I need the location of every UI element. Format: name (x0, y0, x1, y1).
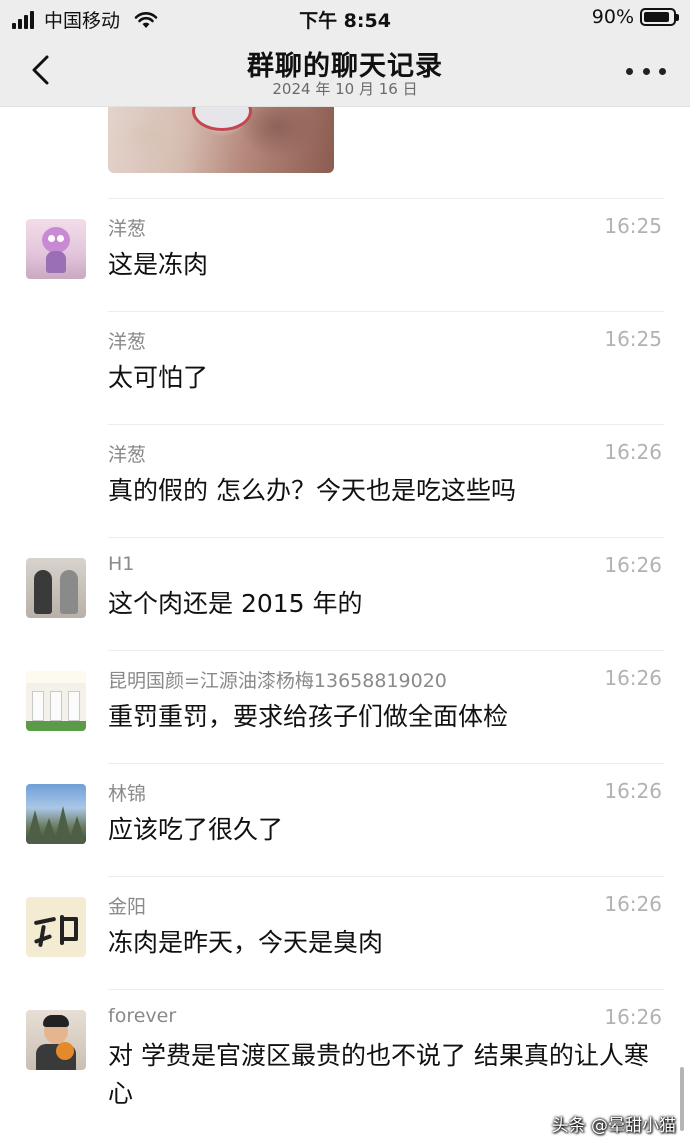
sender-name: H1 (108, 553, 135, 575)
avatar[interactable] (26, 671, 86, 731)
message-time: 16:26 (604, 553, 662, 577)
image-detail (192, 107, 252, 131)
status-bar-right: 90% (591, 6, 679, 28)
more-button[interactable] (626, 58, 666, 84)
avatar-hair (43, 1015, 69, 1027)
message-text: 重罚重罚，要求给孩子们做全面体检 (108, 702, 509, 731)
more-dot (659, 67, 666, 75)
battery-percent: 90% (591, 6, 634, 28)
message-text: 冻肉是昨天，今天是臭肉 (108, 928, 384, 957)
avatar-brush-stroke (33, 934, 53, 944)
more-dot (642, 67, 650, 75)
message-time: 16:25 (604, 214, 662, 238)
message-text: 真的假的 怎么办？今天也是吃这些吗 (108, 476, 516, 505)
status-bar: 中国移动 下午 8:54 90% (0, 0, 690, 36)
message-time: 16:26 (604, 440, 662, 464)
avatar-product (50, 691, 62, 721)
chat-record-list[interactable]: 洋葱 16:25 这是冻肉 洋葱 16:25 太可怕了 洋葱 16:26 真的假… (0, 107, 690, 1146)
avatar-ball (56, 1042, 74, 1060)
more-dots-icon (626, 67, 633, 75)
avatar[interactable] (26, 1010, 86, 1070)
avatar[interactable] (26, 219, 86, 279)
page-subtitle-date: 2024 年 10 月 16 日 (272, 80, 418, 98)
avatar[interactable] (26, 897, 86, 957)
message-text: 应该吃了很久了 (108, 815, 284, 844)
image-message-thumbnail[interactable] (108, 107, 334, 173)
sender-name: 洋葱 (108, 444, 147, 466)
message-text: 太可怕了 (108, 363, 209, 392)
avatar[interactable] (26, 558, 86, 618)
nav-bar: 群聊的聊天记录 2024 年 10 月 16 日 (0, 36, 690, 107)
avatar-strip (26, 721, 86, 731)
message-time: 16:25 (604, 327, 662, 351)
message-row[interactable]: 昆明国颜=江源油漆杨梅13658819020 16:26 重罚重罚，要求给孩子们… (0, 651, 690, 764)
avatar-figure-eye (48, 235, 55, 242)
status-time: 下午 8:54 (299, 10, 391, 32)
avatar-brush-stroke (33, 916, 57, 926)
avatar-figure-body (46, 251, 66, 273)
avatar-figure-eye (57, 235, 64, 242)
avatar-figure-head (42, 227, 70, 253)
message-row[interactable]: 林锦 16:26 应该吃了很久了 (0, 764, 690, 877)
message-time: 16:26 (604, 666, 662, 690)
message-row[interactable]: 金阳 16:26 冻肉是昨天，今天是臭肉 (0, 877, 690, 990)
sender-name: 金阳 (108, 896, 147, 918)
message-text: 这是冻肉 (108, 250, 209, 279)
avatar-product (32, 691, 44, 721)
avatar-brush-stroke (62, 937, 78, 941)
message-time: 16:26 (604, 892, 662, 916)
message-text: 这个肉还是 2015 年的 (108, 589, 363, 618)
avatar-banner (26, 671, 86, 683)
avatar-product (68, 691, 80, 721)
message-row[interactable]: 洋葱 16:26 真的假的 怎么办？今天也是吃这些吗 (0, 425, 690, 538)
sender-name: 洋葱 (108, 218, 147, 240)
sender-name: 林锦 (108, 783, 147, 805)
sender-name: 昆明国颜=江源油漆杨梅13658819020 (108, 670, 447, 692)
message-row[interactable]: 洋葱 16:25 太可怕了 (0, 312, 690, 425)
scrollbar[interactable] (680, 1067, 684, 1131)
message-time: 16:26 (604, 779, 662, 803)
sender-name: forever (108, 1005, 177, 1027)
watermark: 头条 @晕甜小猫 (551, 1116, 676, 1136)
message-row[interactable]: 洋葱 16:25 这是冻肉 (0, 199, 690, 312)
avatar-figure (34, 570, 52, 614)
battery-icon (640, 8, 679, 26)
message-row[interactable]: H1 16:26 这个肉还是 2015 年的 (0, 538, 690, 651)
sender-name: 洋葱 (108, 331, 147, 353)
avatar-peak (68, 816, 86, 844)
message-time: 16:26 (604, 1005, 662, 1029)
avatar-figure (60, 570, 78, 614)
avatar[interactable] (26, 784, 86, 844)
avatar-brush-stroke (74, 917, 78, 939)
battery-fill (644, 12, 670, 22)
message-text: 对 学费是官渡区最贵的也不说了 结果真的让人寒心 (108, 1041, 649, 1108)
